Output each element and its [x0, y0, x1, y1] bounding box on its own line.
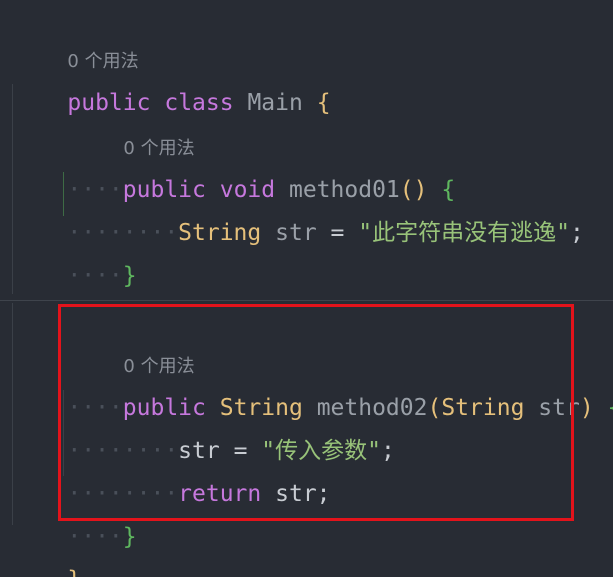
semicolon: ;	[569, 220, 584, 246]
paren-close: )	[579, 395, 594, 421]
code-line[interactable]: ····}	[12, 477, 136, 550]
code-line[interactable]: ········return str;	[12, 434, 330, 507]
class-name: Main	[247, 90, 303, 116]
keyword-return: return	[178, 481, 262, 507]
param-type: String	[441, 395, 525, 421]
code-editor[interactable]: 0 个用法 public class Main { 0 个用法 ····publ…	[0, 0, 613, 577]
string-literal: "此字符串没有逃逸"	[358, 220, 570, 246]
method-separator	[0, 300, 613, 301]
indent-marker: ····	[67, 263, 123, 289]
class-close-brace: }	[67, 567, 81, 577]
code-line[interactable]: }	[12, 520, 81, 577]
operator-assign: =	[330, 220, 345, 246]
method-close-brace: }	[122, 524, 137, 550]
semicolon: ;	[316, 481, 331, 507]
type-string: String	[178, 220, 262, 246]
code-line[interactable]: ····}	[12, 216, 136, 289]
class-open-brace: {	[316, 90, 331, 116]
code-line: 0 个用法	[68, 305, 194, 377]
code-line: 0 个用法	[12, 0, 138, 72]
code-line[interactable]: public class Main {	[12, 43, 330, 116]
code-line[interactable]: ····public void method01() {	[12, 130, 455, 203]
variable-str: str	[275, 481, 317, 507]
param-name: str	[538, 395, 580, 421]
method-open-brace: {	[608, 395, 613, 421]
code-line[interactable]: ········String str = "此字符串没有逃逸";	[12, 173, 583, 246]
variable-str: str	[275, 220, 317, 246]
semicolon: ;	[381, 438, 395, 464]
paren-open: (	[427, 395, 442, 421]
code-line: 0 个用法	[68, 87, 194, 159]
code-line[interactable]: ········str = "传入参数";	[12, 391, 394, 464]
method-close-brace: }	[122, 263, 137, 289]
code-line[interactable]: ····public String method02(String str) {	[12, 348, 613, 421]
